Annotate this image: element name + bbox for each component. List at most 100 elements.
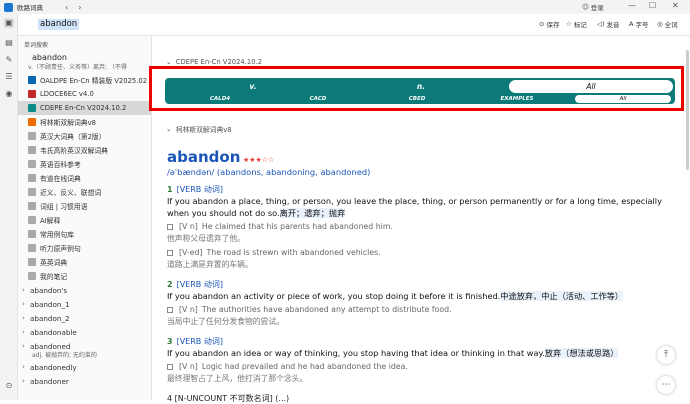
user-icon[interactable]: ⊙ [4,381,14,391]
dictionary-icon [28,76,36,84]
sense-definition: If you abandon an activity or piece of w… [167,290,677,302]
chevron-right-icon: › [22,328,25,336]
word-definition: adj. 被抛弃的; 无约束的 [32,352,97,359]
dictionary-item[interactable]: 英语百科参考 [18,157,151,171]
dictionary-item[interactable]: 近义、反义、联想词 [18,185,151,199]
maximize-button[interactable]: ☐ [649,1,656,10]
search-bar: abandon [18,14,690,36]
dictionary-item[interactable]: 英汉大词典（第2版） [18,129,151,143]
dictionary-item[interactable]: 词组 | 习惯用语 [18,199,151,213]
dictionary-icon[interactable]: ▣ [4,18,14,28]
speaker-icon: ◁) [597,20,605,28]
tab-cacd[interactable]: CACD [271,95,365,103]
example-row: [V-ed] The road is strewn with abandoned … [167,248,677,257]
tab-noun[interactable]: n. [337,80,505,93]
definition-en: If you abandon an idea or way of thinkin… [167,348,545,358]
collins-section-header[interactable]: ⌄ 柯林斯双解词典v8 [166,124,232,134]
checkbox-icon[interactable] [167,249,173,256]
dictionary-icon [28,146,36,154]
tab-examples[interactable]: EXAMPLES [469,95,565,103]
chat-icon[interactable]: ◉ [4,89,14,99]
ellipsis-icon: ⋯ [661,380,671,390]
font-size-button[interactable]: A 字号 [629,19,648,29]
dictionary-item[interactable]: 听力原声例句 [18,241,151,255]
example-en: Logic had prevailed and he had abandoned… [201,362,408,371]
checkbox-icon[interactable] [167,223,173,230]
dictionary-item[interactable]: 柯林斯双解词典v8 [18,115,151,129]
word-list-item[interactable]: › abandonedly [18,360,151,374]
list-icon[interactable]: ☰ [4,72,14,82]
globe-icon: ◎ [657,20,663,28]
sense-header: 1 [VERB 动词] [167,184,677,195]
dictionary-item[interactable]: OALDPE En-Cn 精装版 V2025.02 [18,73,151,87]
dictionary-icon [28,174,36,182]
close-button[interactable]: ✕ [672,1,679,10]
example-tag: [V-ed] [179,248,203,257]
scroll-top-button[interactable]: ⤒ [657,346,675,364]
mark-button[interactable]: ☆ 标记 [566,19,587,29]
forward-button[interactable]: › [78,3,81,12]
part-of-speech: [VERB 动词] [176,337,223,346]
word-list-item[interactable]: › abandon_1 [18,297,151,311]
back-button[interactable]: ‹ [65,3,68,12]
dictionary-icon [28,258,36,266]
tab-all-sources[interactable]: All [575,95,671,103]
word-label: abandoner [30,376,69,386]
cdepe-section-header[interactable]: ⌄ CDEPE En-Cn V2024.10.2 [166,58,262,66]
chevron-down-icon: ⌄ [166,125,172,133]
word-list-item[interactable]: › abandon_2 [18,311,151,325]
dictionary-label: 有道在线词典 [40,175,81,183]
example-row: [V n] The authorities have abandoned any … [167,305,677,314]
definition-en: If you abandon an activity or piece of w… [167,291,501,301]
definition-en: If you abandon a place, thing, or person… [167,196,662,218]
dictionary-label: 近义、反义、联想词 [40,189,102,197]
word-list-item[interactable]: › abandon's [18,283,151,297]
scrollbar[interactable] [686,50,689,170]
book-icon[interactable]: ▤ [4,38,14,48]
tab-verb[interactable]: v. [173,80,333,93]
nav-arrows: ‹ › [65,3,81,12]
dictionary-item[interactable]: 常用例句库 [18,227,151,241]
word-label: abandon_1 [30,299,70,309]
example-tag: [V n] [179,362,198,371]
dictionary-item[interactable]: 有道在线词典 [18,171,151,185]
sidebar-word[interactable]: abandon [18,51,151,62]
minimize-button[interactable]: — [628,1,636,10]
sense-header: 2 [VERB 动词] [167,279,677,290]
sidebar-word-def: v.（不顾责任、义务等）离弃; （不得 [28,64,127,71]
chevron-right-icon: › [22,300,25,308]
sense-number: 2 [167,280,173,289]
login-button[interactable]: ☺ 登录 [582,2,604,12]
dictionary-label: 柯林斯双解词典v8 [40,119,96,127]
dictionary-label: CDEPE En-Cn V2024.10.2 [40,104,127,112]
example-cn: 最终理智占了上风，他打消了那个念头。 [167,374,308,383]
search-input[interactable]: abandon [38,19,80,30]
word-list-item[interactable]: › abandoner [18,374,151,388]
dictionary-item[interactable]: CDEPE En-Cn V2024.10.2 [18,101,151,115]
checkbox-icon[interactable] [167,363,173,370]
dictionary-item[interactable]: 我的笔记 [18,269,151,283]
sense-number: 3 [167,337,173,346]
save-button[interactable]: ⊙ 保存 [539,19,559,29]
dictionary-item[interactable]: AI解释 [18,213,151,227]
dictionary-label: 听力原声例句 [40,245,81,253]
dictionary-icon [28,188,36,196]
tab-cald4[interactable]: CALD4 [173,95,267,103]
tab-cbed[interactable]: CBED [369,95,465,103]
chat-button[interactable]: ⋯ [657,376,675,394]
dictionary-label: 我的笔记 [40,273,68,281]
dictionary-item[interactable]: LDOCE6EC v4.0 [18,87,151,101]
checkbox-icon[interactable] [167,306,173,313]
dictionary-item[interactable]: 韦氏高阶英汉双解词典 [18,143,151,157]
dictionary-icon [28,216,36,224]
word-list-item[interactable]: › abandonable [18,325,151,339]
dictionary-label: AI解释 [40,217,61,225]
dictionary-label: LDOCE6EC v4.0 [40,90,94,98]
speak-button[interactable]: ◁) 发音 [597,19,620,29]
tab-all[interactable]: All [509,80,673,93]
sense-definition: If you abandon an idea or way of thinkin… [167,347,677,359]
dictionary-item[interactable]: 英英词典 [18,255,151,269]
all-words-button[interactable]: ◎ 全词 [657,19,678,29]
collins-headword-row: abandon ★★★☆☆ [167,148,677,166]
edit-icon[interactable]: ✎ [4,55,14,65]
